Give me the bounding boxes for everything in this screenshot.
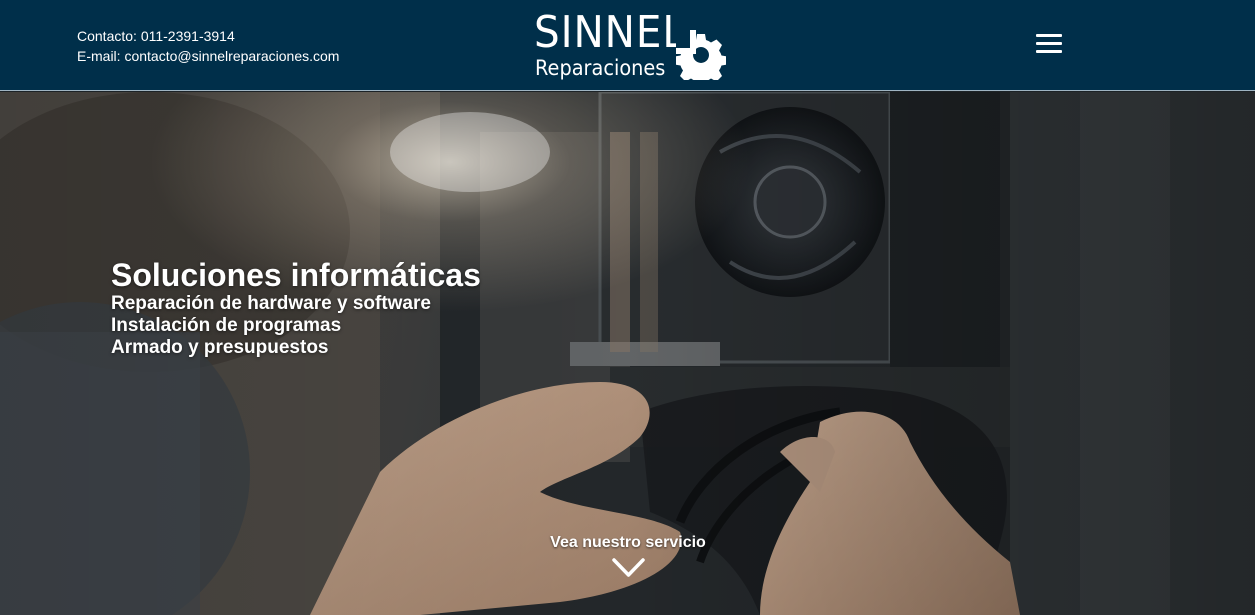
menu-bar	[1036, 50, 1062, 53]
menu-bar	[1036, 34, 1062, 37]
menu-bar	[1036, 42, 1062, 45]
see-service-link[interactable]: Vea nuestro servicio	[540, 534, 716, 552]
hero-headline: Soluciones informáticas	[111, 257, 481, 293]
contact-info: Contacto: 011-2391-3914 E-mail: contacto…	[77, 26, 339, 66]
logo-subtitle: Reparaciones	[535, 56, 666, 80]
gear-icon	[676, 30, 726, 80]
hero-service-line: Reparación de hardware y software	[111, 293, 431, 314]
hero-service-line: Instalación de programas	[111, 315, 342, 336]
chevron-down-icon[interactable]	[612, 558, 645, 578]
site-header: Contacto: 011-2391-3914 E-mail: contacto…	[0, 0, 1255, 91]
contact-email[interactable]: E-mail: contacto@sinnelreparaciones.com	[77, 46, 339, 66]
hamburger-menu-icon[interactable]	[1036, 33, 1062, 55]
site-logo[interactable]: SINNEL Reparaciones	[534, 8, 734, 84]
logo-wordmark: SINNEL	[534, 7, 686, 58]
hero-service-line: Armado y presupuestos	[111, 337, 329, 358]
contact-phone: Contacto: 011-2391-3914	[77, 28, 235, 44]
hero-service-list: Reparación de hardware y software Instal…	[111, 293, 431, 359]
